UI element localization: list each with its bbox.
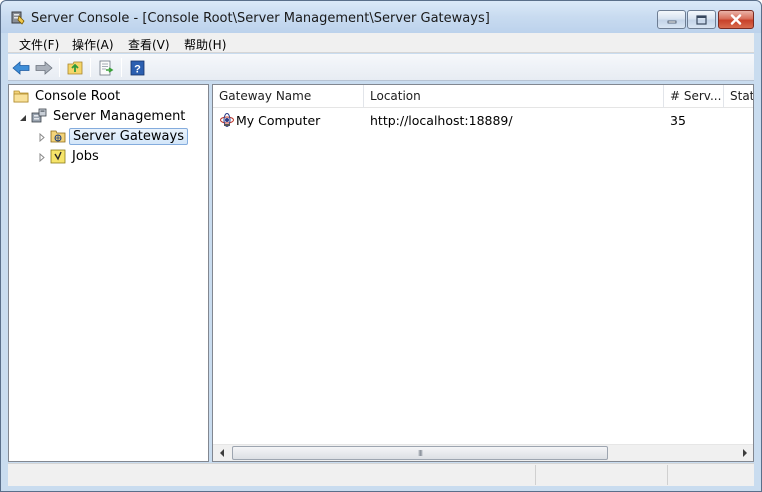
tree-item-server-management[interactable]: Server Management xyxy=(31,107,188,125)
gateway-folder-icon xyxy=(50,130,66,143)
tree-item-label: Console Root xyxy=(35,88,121,104)
menu-view[interactable]: 查看(V) xyxy=(128,36,170,53)
maximize-button[interactable] xyxy=(687,10,716,29)
menu-action[interactable]: 操作(A) xyxy=(72,36,114,53)
table-row[interactable]: My Computer http://localhost:18889/ 35 xyxy=(213,111,753,130)
menu-bar: 文件(F) 操作(A) 查看(V) 帮助(H) xyxy=(8,33,754,53)
column-header-status[interactable]: Stat xyxy=(724,85,753,108)
svg-text:?: ? xyxy=(134,64,141,76)
back-button[interactable] xyxy=(11,58,31,78)
export-list-icon xyxy=(99,60,113,76)
gateway-list[interactable]: Gateway Name Location # Serv... Stat My … xyxy=(212,84,754,462)
help-button[interactable]: ? xyxy=(127,58,147,78)
folder-icon xyxy=(13,90,29,103)
up-folder-icon xyxy=(67,61,82,75)
scroll-left-button[interactable] xyxy=(213,445,230,461)
cell-gateway-name: My Computer xyxy=(236,113,321,128)
horizontal-scrollbar[interactable]: III xyxy=(213,444,753,461)
scroll-left-arrow-icon xyxy=(219,449,224,457)
expand-arrow-icon[interactable] xyxy=(37,133,46,142)
back-arrow-icon xyxy=(12,61,30,75)
close-button[interactable] xyxy=(718,10,754,29)
cell-location: http://localhost:18889/ xyxy=(370,113,513,128)
tree-item-console-root[interactable]: Console Root xyxy=(13,87,123,105)
tree-item-label: Jobs xyxy=(72,148,99,164)
tree-item-label: Server Management xyxy=(53,108,186,124)
scroll-thumb[interactable]: III xyxy=(232,446,608,460)
menu-file[interactable]: 文件(F) xyxy=(19,36,59,53)
scroll-right-button[interactable] xyxy=(736,445,753,461)
title-bar[interactable]: Server Console - [Console Root\Server Ma… xyxy=(1,1,761,33)
export-list-button[interactable] xyxy=(96,58,116,78)
status-bar xyxy=(8,463,754,486)
gateway-computer-icon xyxy=(219,112,235,128)
tree-item-server-gateways[interactable]: Server Gateways xyxy=(50,127,188,145)
scroll-grip: III xyxy=(417,448,423,458)
window-title: Server Console - [Console Root\Server Ma… xyxy=(31,11,490,26)
toolbar-separator xyxy=(59,58,60,77)
tree-item-label: Server Gateways xyxy=(69,127,188,145)
cell-status xyxy=(730,111,752,130)
list-header: Gateway Name Location # Serv... Stat xyxy=(213,85,753,108)
toolbar-separator xyxy=(121,58,122,77)
toolbar-separator xyxy=(90,58,91,77)
close-icon xyxy=(730,14,742,25)
menu-help[interactable]: 帮助(H) xyxy=(184,36,226,53)
expand-arrow-icon[interactable] xyxy=(37,153,46,162)
forward-arrow-icon xyxy=(35,61,53,75)
cell-servers: 35 xyxy=(670,113,686,128)
toolbar: ? xyxy=(8,54,754,81)
help-icon: ? xyxy=(130,60,144,76)
maximize-icon xyxy=(696,14,707,25)
tree-item-jobs[interactable]: Jobs xyxy=(50,147,102,165)
scroll-right-arrow-icon xyxy=(742,449,747,457)
server-management-icon xyxy=(31,108,47,123)
collapse-arrow-icon[interactable] xyxy=(18,113,27,122)
column-header-gateway-name[interactable]: Gateway Name xyxy=(213,85,364,108)
jobs-folder-icon xyxy=(50,149,66,164)
minimize-icon xyxy=(667,20,676,23)
status-panel xyxy=(667,465,753,485)
application-window: Server Console - [Console Root\Server Ma… xyxy=(0,0,762,492)
column-header-servers[interactable]: # Serv... xyxy=(664,85,724,108)
column-header-location[interactable]: Location xyxy=(364,85,664,108)
status-panel xyxy=(535,465,667,485)
console-tree[interactable]: Console Root Server Management Server Ga… xyxy=(8,84,209,462)
server-console-app-icon[interactable] xyxy=(10,10,26,26)
minimize-button[interactable] xyxy=(657,10,686,29)
up-one-level-button[interactable] xyxy=(65,58,85,78)
forward-button[interactable] xyxy=(34,58,54,78)
